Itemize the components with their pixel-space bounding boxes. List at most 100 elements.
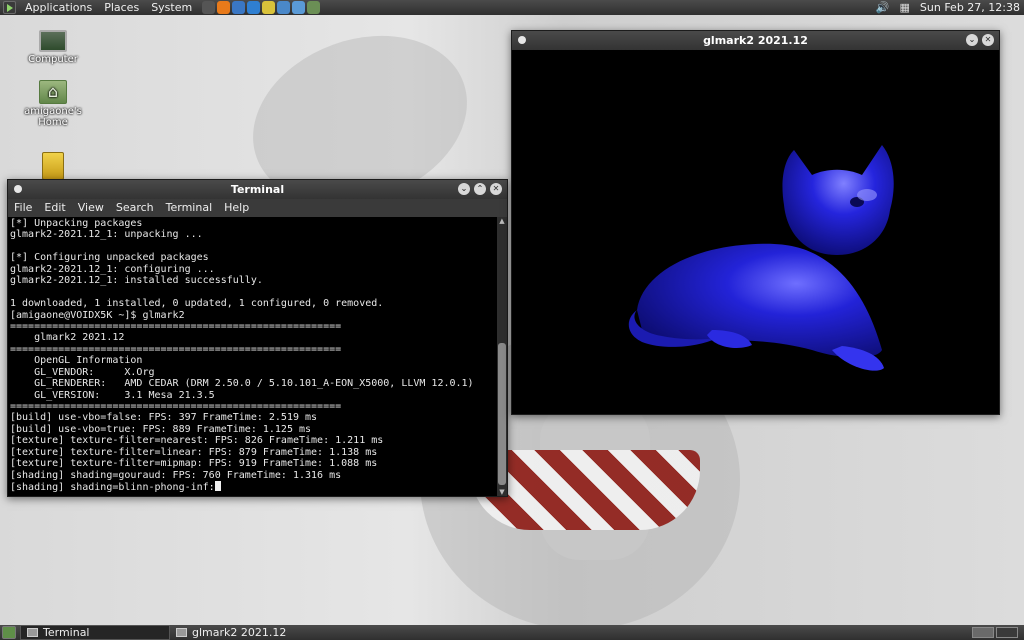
terminal-line: [build] use-vbo=false: FPS: 397 FrameTim…: [10, 412, 495, 423]
terminal-line: [texture] texture-filter=linear: FPS: 87…: [10, 447, 495, 458]
taskbar-item-label: Terminal: [43, 626, 90, 639]
terminal-launcher-icon[interactable]: [202, 1, 216, 14]
terminal-line-text: [build] use-vbo=true: FPS: 889 FrameTime…: [10, 423, 312, 435]
terminal-menu-search[interactable]: Search: [110, 199, 160, 217]
terminal-line-text: glmark2-2021.12_1: configuring ...: [10, 263, 215, 275]
terminal-menu-edit[interactable]: Edit: [38, 199, 71, 217]
terminal-line-text: ========================================…: [10, 320, 342, 332]
terminal-line: ========================================…: [10, 401, 495, 412]
window-title: Terminal: [230, 183, 285, 196]
image-viewer-icon[interactable]: [307, 1, 321, 14]
terminal-line: OpenGL Information: [10, 355, 495, 366]
terminal-line: glmark2-2021.12_1: unpacking ...: [10, 229, 495, 240]
window-menu-icon[interactable]: [518, 36, 526, 44]
maximize-button[interactable]: ⌃: [474, 183, 486, 195]
applications-menu[interactable]: Applications: [19, 0, 98, 15]
desktop-icon-label: amigaone's Home: [24, 106, 82, 128]
terminal-line-text: [*] Unpacking packages: [10, 218, 143, 229]
places-menu[interactable]: Places: [98, 0, 145, 15]
volume-icon[interactable]: 🔊: [876, 1, 890, 14]
terminal-menu-help[interactable]: Help: [218, 199, 255, 217]
terminal-scrollbar[interactable]: ▲ ▼: [497, 217, 507, 496]
terminal-line: [shading] shading=gouraud: FPS: 760 Fram…: [10, 470, 495, 481]
terminal-line-text: [amigaone@VOIDX5K ~]$ glmark2: [10, 309, 185, 321]
show-desktop-icon[interactable]: [2, 626, 16, 639]
taskbar: Terminal glmark2 2021.12: [0, 625, 1024, 640]
close-button[interactable]: ✕: [982, 34, 994, 46]
window-icon: [176, 628, 187, 637]
taskbar-item-glmark[interactable]: glmark2 2021.12: [170, 625, 320, 640]
terminal-line: glmark2-2021.12_1: configuring ...: [10, 264, 495, 275]
terminal-line: ========================================…: [10, 344, 495, 355]
terminal-menu-view[interactable]: View: [72, 199, 110, 217]
render-canvas: [512, 50, 999, 414]
computer-icon: [39, 30, 67, 52]
terminal-window[interactable]: Terminal ⌄ ⌃ ✕ File Edit View Search Termina…: [7, 179, 508, 497]
vlc-icon[interactable]: [217, 1, 231, 14]
taskbar-item-terminal[interactable]: Terminal: [20, 625, 170, 640]
window-title: glmark2 2021.12: [703, 34, 808, 47]
terminal-line: [texture] texture-filter=nearest: FPS: 8…: [10, 435, 495, 446]
terminal-menubar: File Edit View Search Terminal Help: [8, 199, 507, 217]
terminal-titlebar[interactable]: Terminal ⌄ ⌃ ✕: [8, 180, 507, 199]
terminal-line-text: ========================================…: [10, 401, 342, 412]
top-panel: Applications Places System 🔊 ▦ Sun Feb 2…: [0, 0, 1024, 15]
terminal-line: [*] Unpacking packages: [10, 218, 495, 229]
cat-head: [782, 145, 894, 255]
clock[interactable]: Sun Feb 27, 12:38: [920, 1, 1020, 14]
network-icon[interactable]: [232, 1, 246, 14]
scrollbar-thumb[interactable]: [498, 343, 506, 485]
chat-icon[interactable]: [292, 1, 306, 14]
terminal-menu-terminal[interactable]: Terminal: [160, 199, 219, 217]
terminal-line: [amigaone@VOIDX5K ~]$ glmark2: [10, 310, 495, 321]
terminal-line-text: OpenGL Information: [10, 355, 143, 367]
terminal-line: GL_VENDOR: X.Org: [10, 367, 495, 378]
glmark-titlebar[interactable]: glmark2 2021.12 ⌄ ✕: [512, 31, 999, 50]
home-folder-icon: [39, 80, 67, 104]
terminal-line-text: ========================================…: [10, 343, 342, 355]
minimize-button[interactable]: ⌄: [966, 34, 978, 46]
notes-icon[interactable]: [262, 1, 276, 14]
scroll-up-icon[interactable]: ▲: [497, 217, 507, 225]
terminal-output[interactable]: [*] Unpacking packages glmark2-2021.12_1:…: [8, 217, 507, 496]
terminal-line-text: [build] use-vbo=false: FPS: 397 FrameTim…: [10, 412, 318, 424]
glmark-window[interactable]: glmark2 2021.12 ⌄ ✕: [511, 30, 1000, 415]
taskbar-item-label: glmark2 2021.12: [192, 626, 287, 639]
text-cursor: [214, 481, 221, 492]
minimize-button[interactable]: ⌄: [458, 183, 470, 195]
workspace-2[interactable]: [996, 627, 1018, 638]
terminal-line: [shading] shading=blinn-phong-inf:: [10, 481, 495, 493]
cat-model-render: [628, 145, 894, 371]
desktop-icon-computer[interactable]: Computer: [18, 30, 88, 65]
terminal-line-text: GL_VENDOR: X.Org: [10, 366, 155, 378]
terminal-line: [build] use-vbo=true: FPS: 889 FrameTime…: [10, 424, 495, 435]
workspace-1[interactable]: [972, 627, 994, 638]
network-status-icon[interactable]: ▦: [900, 1, 910, 14]
workspace-switcher[interactable]: [972, 627, 1018, 638]
terminal-line: glmark2-2021.12_1: installed successfull…: [10, 275, 495, 286]
web-browser-icon[interactable]: [247, 1, 261, 14]
terminal-line: GL_RENDERER: AMD CEDAR (DRM 2.50.0 / 5.1…: [10, 378, 495, 389]
desktop-icon-drive[interactable]: [18, 152, 88, 182]
email-icon[interactable]: [277, 1, 291, 14]
terminal-line-text: glmark2-2021.12_1: unpacking ...: [10, 229, 203, 241]
window-menu-icon[interactable]: [14, 185, 22, 193]
close-button[interactable]: ✕: [490, 183, 502, 195]
terminal-line-text: 1 downloaded, 1 installed, 0 updated, 1 …: [10, 298, 384, 310]
terminal-text: [*] Unpacking packages glmark2-2021.12_1:…: [10, 218, 495, 496]
terminal-icon: [27, 628, 38, 637]
terminal-line: [*] Configuring unpacked packages: [10, 252, 495, 263]
terminal-line-text: GL_VERSION: 3.1 Mesa 21.3.5: [10, 389, 215, 401]
desktop-icon-home[interactable]: amigaone's Home: [18, 80, 88, 128]
terminal-line: ========================================…: [10, 321, 495, 332]
terminal-line-text: [texture] texture-filter=linear: FPS: 87…: [10, 446, 378, 458]
launcher-bar: [202, 1, 321, 14]
terminal-line: glmark2 2021.12: [10, 332, 495, 343]
distro-logo-icon[interactable]: [3, 1, 16, 14]
terminal-line: GL_VERSION: 3.1 Mesa 21.3.5: [10, 390, 495, 401]
system-menu[interactable]: System: [145, 0, 198, 15]
terminal-line: 1 downloaded, 1 installed, 0 updated, 1 …: [10, 298, 495, 309]
scroll-down-icon[interactable]: ▼: [497, 488, 507, 496]
terminal-menu-file[interactable]: File: [8, 199, 38, 217]
